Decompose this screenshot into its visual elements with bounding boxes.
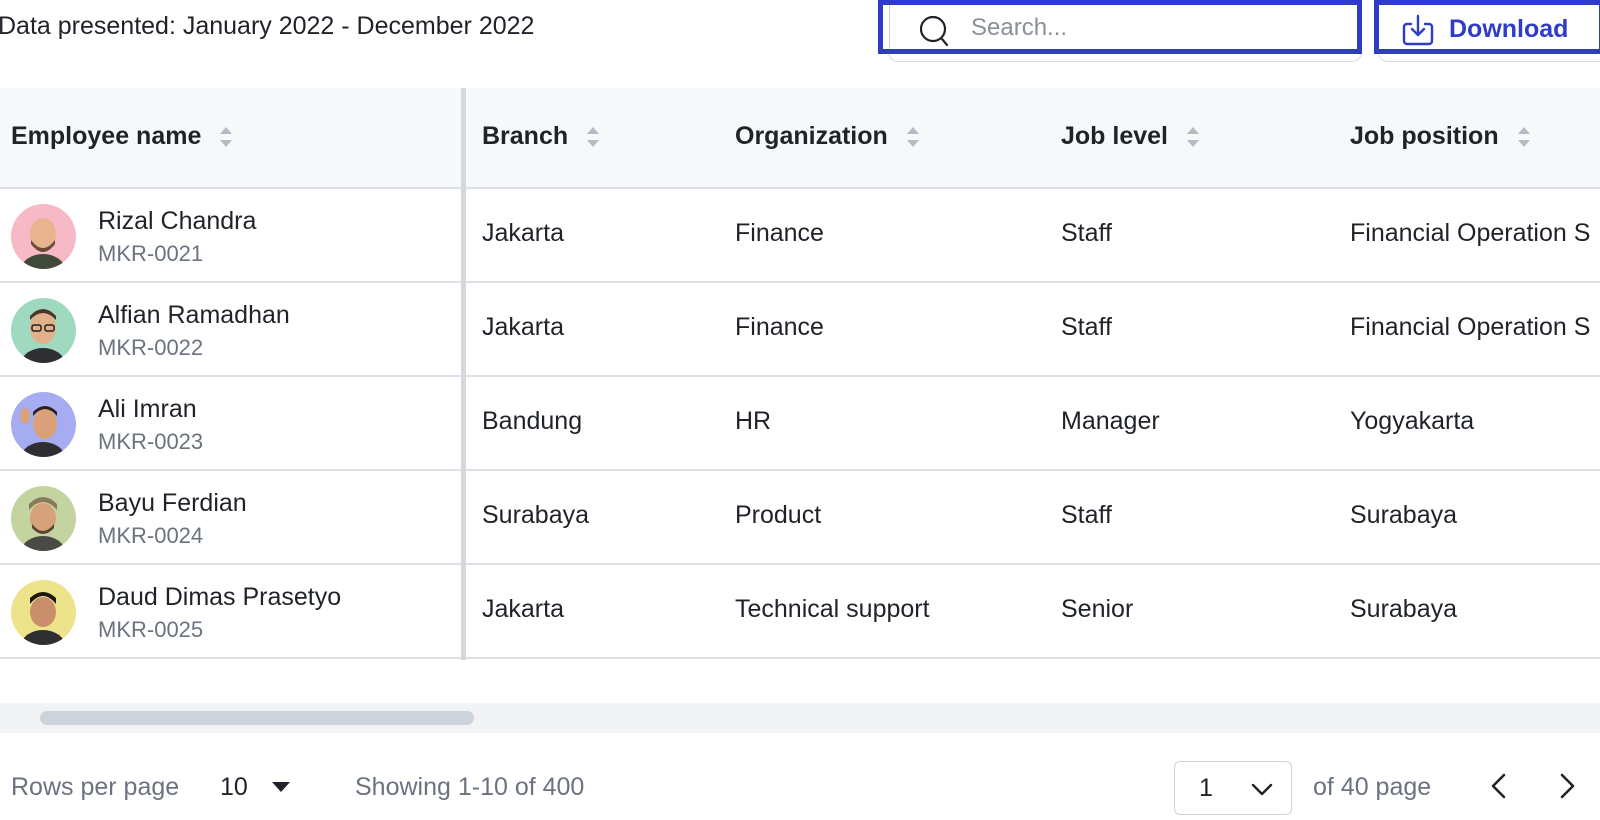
cell-job-position: Financial Operation S <box>1350 313 1591 341</box>
caret-down-icon <box>271 782 290 792</box>
avatar <box>11 298 76 363</box>
cell-job-level: Staff <box>1061 219 1112 247</box>
cell-organization: Finance <box>735 313 824 341</box>
rows-per-page-value: 10 <box>220 772 248 801</box>
employee-id: MKR-0023 <box>98 429 204 454</box>
column-header-label: Job position <box>1350 122 1499 150</box>
employee-name: Rizal Chandra <box>98 207 257 235</box>
avatar-image <box>11 580 76 645</box>
employee-id: MKR-0024 <box>98 523 204 548</box>
cell-job-level: Senior <box>1061 595 1134 623</box>
column-header-branch[interactable]: Branch <box>482 122 600 151</box>
table-header: Employee name Branch Organization Job le… <box>0 88 1600 189</box>
employee-name: Ali Imran <box>98 395 197 423</box>
page-select[interactable]: 1 <box>1174 761 1292 815</box>
cell-job-level: Staff <box>1061 313 1112 341</box>
showing-count: Showing 1-10 of 400 <box>355 773 585 801</box>
avatar-image <box>11 392 76 457</box>
cell-job-level: Staff <box>1061 501 1112 529</box>
column-header-label: Organization <box>735 122 888 150</box>
table-row[interactable]: Daud Dimas Prasetyo MKR-0025 Jakarta Tec… <box>0 565 1600 659</box>
avatar-image <box>11 298 76 363</box>
pagination-footer: Rows per page 10 Showing 1-10 of 400 1 o… <box>0 733 1600 820</box>
cell-organization: Finance <box>735 219 824 247</box>
cell-job-position: Surabaya <box>1350 595 1458 623</box>
current-page-value: 1 <box>1199 774 1213 802</box>
table-row[interactable]: Bayu Ferdian MKR-0024 Surabaya Product S… <box>0 471 1600 565</box>
avatar <box>11 580 76 645</box>
download-icon <box>1402 14 1434 46</box>
cell-organization: Technical support <box>735 595 930 623</box>
column-header-label: Branch <box>482 122 569 150</box>
chevron-right-icon[interactable] <box>1552 767 1582 805</box>
sort-icon[interactable] <box>1517 125 1531 149</box>
table-row[interactable]: Alfian Ramadhan MKR-0022 Jakarta Finance… <box>0 283 1600 377</box>
search-icon <box>919 15 949 47</box>
column-header-label: Job level <box>1061 122 1168 150</box>
employee-name: Daud Dimas Prasetyo <box>98 583 342 611</box>
table-row[interactable]: Rizal Chandra MKR-0021 Jakarta Finance S… <box>0 189 1600 283</box>
avatar-image <box>11 204 76 269</box>
column-header-employee-name[interactable]: Employee name <box>11 122 233 151</box>
cell-branch: Surabaya <box>482 501 590 529</box>
column-header-job-level[interactable]: Job level <box>1061 122 1200 151</box>
cell-organization: HR <box>735 407 772 435</box>
chevron-down-icon <box>1251 783 1273 796</box>
cell-job-position: Yogyakarta <box>1350 407 1475 435</box>
employee-name: Alfian Ramadhan <box>98 301 290 329</box>
cell-organization: Product <box>735 501 822 529</box>
employee-id: MKR-0025 <box>98 617 204 642</box>
cell-branch: Jakarta <box>482 595 564 623</box>
cell-branch: Jakarta <box>482 313 564 341</box>
frozen-column-divider <box>461 88 466 660</box>
search-input[interactable] <box>971 11 1341 45</box>
sort-icon[interactable] <box>219 125 233 149</box>
top-bar: Data presented: January 2022 - December … <box>0 0 1600 62</box>
horizontal-scrollbar[interactable] <box>0 703 1600 733</box>
cell-job-position: Surabaya <box>1350 501 1458 529</box>
chevron-left-icon[interactable] <box>1484 767 1514 805</box>
avatar <box>11 204 76 269</box>
download-button-label: Download <box>1449 15 1569 43</box>
avatar <box>11 392 76 457</box>
column-header-job-position[interactable]: Job position <box>1350 122 1531 151</box>
rows-per-page-label: Rows per page <box>11 773 180 801</box>
search-field[interactable] <box>878 0 1362 54</box>
date-range-label: Data presented: January 2022 - December … <box>0 12 535 40</box>
employee-id: MKR-0022 <box>98 335 204 360</box>
employee-name: Bayu Ferdian <box>98 489 247 517</box>
sort-icon[interactable] <box>906 125 920 149</box>
cell-branch: Jakarta <box>482 219 564 247</box>
employee-id: MKR-0021 <box>98 241 204 266</box>
download-button[interactable]: Download <box>1374 0 1600 54</box>
scrollbar-thumb[interactable] <box>40 711 474 725</box>
avatar-image <box>11 486 76 551</box>
sort-icon[interactable] <box>1186 125 1200 149</box>
avatar <box>11 486 76 551</box>
cell-job-position: Financial Operation S <box>1350 219 1591 247</box>
cell-branch: Bandung <box>482 407 583 435</box>
column-header-label: Employee name <box>11 122 202 150</box>
rows-per-page-select[interactable]: 10 <box>220 769 290 805</box>
column-header-organization[interactable]: Organization <box>735 122 920 151</box>
cell-job-level: Manager <box>1061 407 1160 435</box>
sort-icon[interactable] <box>586 125 600 149</box>
table-row[interactable]: Ali Imran MKR-0023 Bandung HR Manager Yo… <box>0 377 1600 471</box>
total-pages-label: of 40 page <box>1313 773 1432 801</box>
